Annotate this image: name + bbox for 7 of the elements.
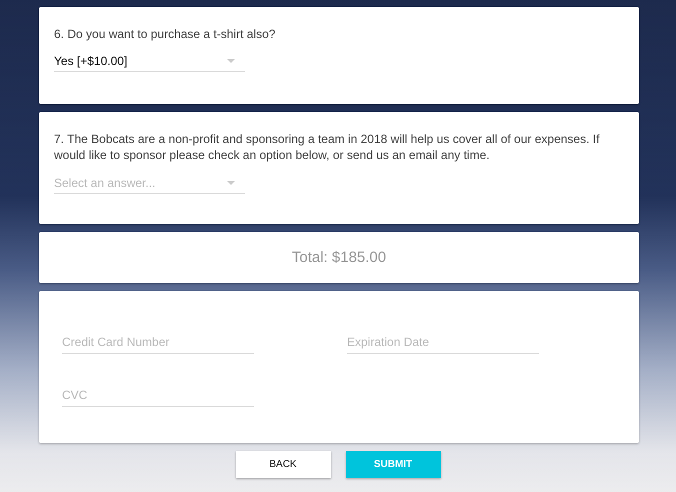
question-label: 6. Do you want to purchase a t-shirt also?	[54, 26, 276, 42]
question-label: 7. The Bobcats are a non-profit and sponsoring a team in 2018 will help us cover all of our expenses. If would like to sponsor please check an option below, or send us an email any time.	[54, 131, 600, 163]
caret-icon	[227, 59, 235, 63]
order-total: Total: $185.00	[292, 249, 386, 266]
answer-select[interactable]: Yes [+$10.00]	[54, 51, 245, 72]
form-button[interactable]: BACK	[236, 451, 330, 478]
caret-icon	[227, 181, 235, 185]
